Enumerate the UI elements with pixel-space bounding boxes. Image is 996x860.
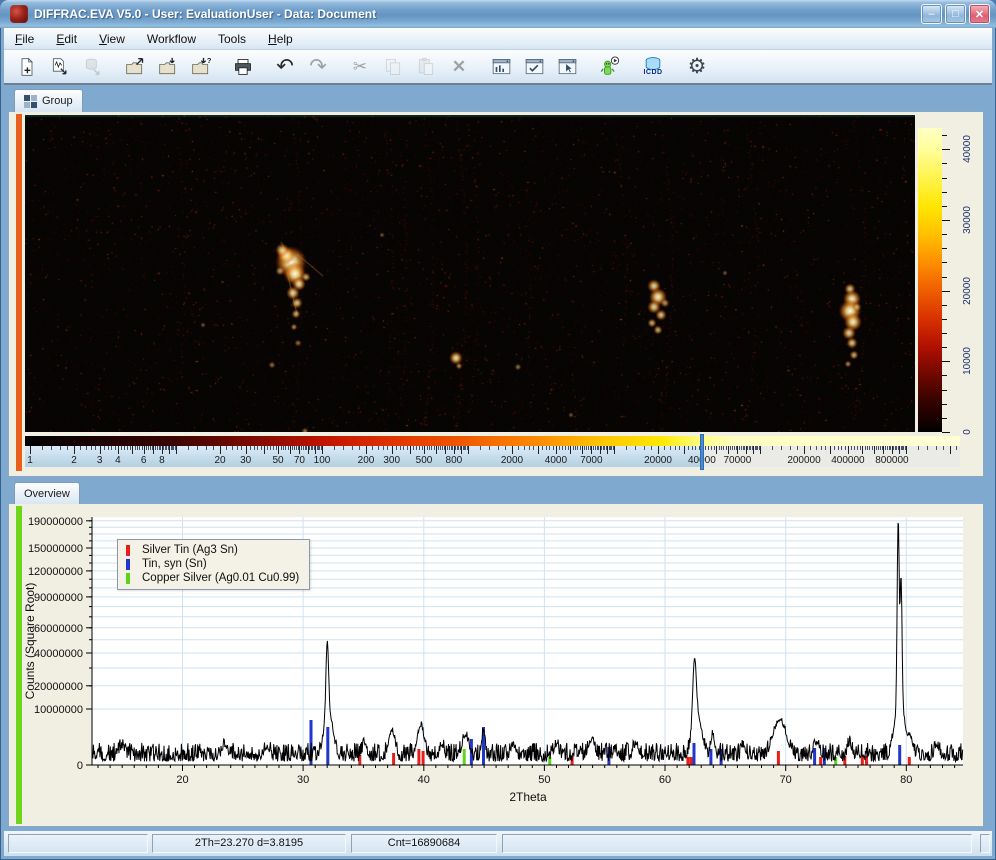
svg-text:60000000: 60000000 [34,623,83,635]
svg-text:70: 70 [780,774,792,786]
status-cursor-position: 2Th=23.270 d=3.8195 [152,834,346,853]
redo-button: ↷ [303,53,333,81]
svg-text:40000000: 40000000 [34,648,83,660]
tab-overview[interactable]: Overview [14,482,80,504]
status-bar: 2Th=23.270 d=3.8195 Cnt=16890684 [4,831,992,856]
import-scan-button[interactable] [45,53,75,81]
status-cell-empty [8,834,148,853]
folder-import-question-icon: ? [190,57,212,77]
tab-group[interactable]: Group [14,89,83,112]
window-title: DIFFRAC.EVA V5.0 - User: EvaluationUser … [34,7,918,21]
paste-button [411,53,441,81]
colorbar-scale: 010000200003000040000 [916,126,988,438]
folder-import-icon [157,57,179,77]
new-document-icon [17,57,37,77]
resize-grip[interactable] [980,834,990,853]
status-cell-empty [502,834,972,853]
new-document-button[interactable] [12,53,42,81]
svg-text:?: ? [207,57,212,65]
legend-item: Copper Silver (Ag0.01 Cu0.99) [126,571,299,585]
svg-text:150000000: 150000000 [28,543,83,555]
printer-icon [233,57,253,77]
icdd-database-button[interactable]: ICDD [636,53,670,81]
svg-text:20: 20 [176,774,188,786]
checklist-window-icon [524,57,545,77]
folder-export-icon [124,57,146,77]
minimize-button[interactable]: – [921,4,942,24]
undo-icon: ↶ [276,54,294,79]
chart-legend[interactable]: Silver Tin (Ag3 Sn) Tin, syn (Sn) Copper… [117,539,310,590]
icdd-label: ICDD [643,70,662,76]
close-button[interactable]: ✕ [969,4,990,24]
svg-text:0: 0 [77,760,83,772]
settings-button[interactable]: ⚙ [682,53,712,81]
copy-button [378,53,408,81]
legend-color-swatch [126,559,130,570]
svg-text:30: 30 [297,774,309,786]
cursor-window-icon [557,57,578,77]
undo-button[interactable]: ↶ [270,53,300,81]
menu-help[interactable]: Help [257,29,304,49]
svg-text:2Theta: 2Theta [509,790,547,804]
redo-icon: ↷ [309,54,327,79]
menu-bar: File Edit View Workflow Tools Help [4,28,992,50]
intensity-max-slider[interactable] [700,434,704,470]
svg-text:90000000: 90000000 [34,592,83,604]
export-button[interactable] [120,53,150,81]
svg-text:10000000: 10000000 [34,704,83,716]
intensity-log-ruler[interactable]: 1234682030507010020030050080020004000700… [25,434,963,470]
app-window: DIFFRAC.EVA V5.0 - User: EvaluationUser … [0,0,996,860]
menu-view[interactable]: View [88,29,136,49]
legend-item: Tin, syn (Sn) [126,557,299,571]
group-selection-bar[interactable] [16,114,22,471]
cut-icon: ✂ [353,57,367,77]
legend-item: Silver Tin (Ag3 Sn) [126,543,299,557]
menu-file[interactable]: File [4,29,45,49]
svg-text:50: 50 [538,774,550,786]
paste-icon [416,57,436,77]
database-icon [83,57,103,77]
toolbar: ? ↶ ↷ ✂ ✕ ICDD ⚙ [4,50,992,85]
copy-icon [383,57,403,77]
svg-text:20000000: 20000000 [34,681,83,693]
maximize-button[interactable]: □ [945,4,966,24]
status-counts: Cnt=16890684 [351,834,497,853]
print-button[interactable] [228,53,258,81]
app-logo-icon [10,5,28,23]
import-button[interactable] [153,53,183,81]
tutorial-wizard-button[interactable] [594,53,624,81]
intensity-gradient-strip [25,436,960,446]
group-grid-icon [24,95,37,108]
menu-edit[interactable]: Edit [45,29,88,49]
svg-text:80: 80 [900,774,912,786]
svg-text:60: 60 [659,774,671,786]
delete-icon: ✕ [452,57,466,77]
wizard-robot-icon [598,56,621,78]
svg-text:Counts (Square Root): Counts (Square Root) [23,583,37,700]
svg-text:120000000: 120000000 [28,566,83,578]
gear-icon: ⚙ [688,54,707,79]
legend-color-swatch [126,545,130,556]
import-from-database-button [78,53,108,81]
detector-2d-frame[interactable] [25,115,915,432]
menu-workflow[interactable]: Workflow [136,29,207,49]
legend-color-swatch [126,573,130,584]
view-selection-button[interactable] [552,53,582,81]
import-with-options-button[interactable]: ? [186,53,216,81]
import-scan-icon [50,57,70,77]
svg-text:40: 40 [418,774,430,786]
cut-button: ✂ [345,53,375,81]
view-scan-list-button[interactable] [519,53,549,81]
delete-button: ✕ [444,53,474,81]
svg-text:190000000: 190000000 [28,516,83,528]
menu-tools[interactable]: Tools [207,29,257,49]
title-bar: DIFFRAC.EVA V5.0 - User: EvaluationUser … [0,0,996,28]
view-data-tree-button[interactable] [486,53,516,81]
data-tree-window-icon [491,57,512,77]
